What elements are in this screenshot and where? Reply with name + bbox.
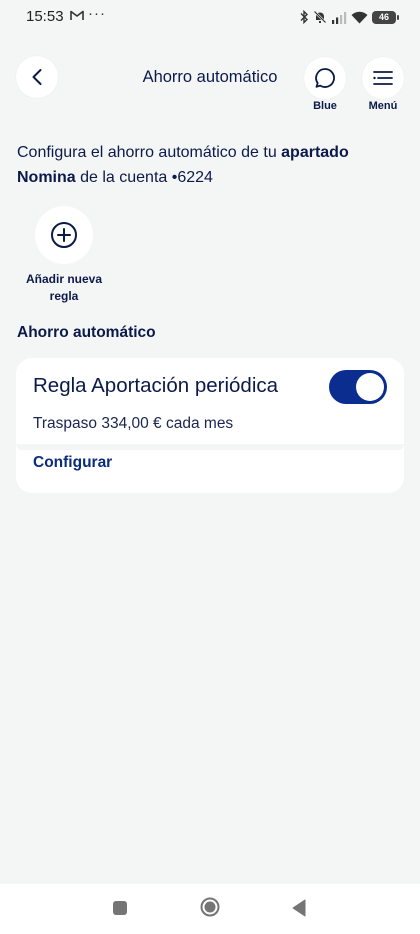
recents-button[interactable] (113, 901, 127, 915)
chat-bubble-icon (315, 68, 335, 88)
blue-chat-button[interactable] (304, 57, 346, 99)
wifi-icon (351, 11, 368, 23)
rule-toggle[interactable] (329, 370, 387, 404)
rule-card: Regla Aportación periódica Traspaso 334,… (16, 358, 404, 493)
rule-description: Traspaso 334,00 € cada mes (33, 415, 234, 432)
more-notifications-icon: ··· (88, 5, 106, 22)
blue-button-label[interactable]: Blue (295, 100, 355, 112)
intro-text-part1: Configura el ahorro automático de tu (17, 144, 282, 161)
gmail-icon (70, 9, 84, 24)
toggle-knob (356, 373, 384, 401)
intro-text-part2: de la cuenta •6224 (75, 169, 213, 186)
add-rule-label-line2: regla (49, 289, 79, 303)
system-back-button[interactable] (291, 899, 307, 917)
status-icons: 46 (299, 8, 399, 26)
home-button[interactable] (200, 897, 220, 917)
menu-button-label[interactable]: Menú (353, 100, 413, 112)
page-title: Ahorro automático (142, 68, 278, 86)
add-rule-label-line1: Añadir nueva (25, 272, 103, 286)
status-time: 15:53 (26, 8, 64, 25)
add-rule-label[interactable]: Añadir nueva regla (14, 271, 114, 305)
battery-icon: 46 (372, 10, 399, 24)
menu-button[interactable] (362, 57, 404, 99)
system-nav-bar (0, 884, 420, 934)
menu-icon (373, 71, 393, 85)
intro-text: Configura el ahorro automático de tu apa… (17, 140, 407, 190)
signal-icon (332, 11, 347, 24)
plus-circle-icon (51, 222, 77, 248)
mute-bell-icon (313, 10, 327, 24)
configure-link[interactable]: Configurar (33, 454, 112, 472)
add-rule-button[interactable] (35, 206, 93, 264)
bluetooth-icon (300, 10, 308, 24)
status-bar: 15:53 ··· 46 (0, 0, 420, 34)
section-title: Ahorro automático (17, 324, 156, 341)
rule-title: Regla Aportación periódica (33, 374, 279, 397)
card-divider (16, 444, 404, 450)
